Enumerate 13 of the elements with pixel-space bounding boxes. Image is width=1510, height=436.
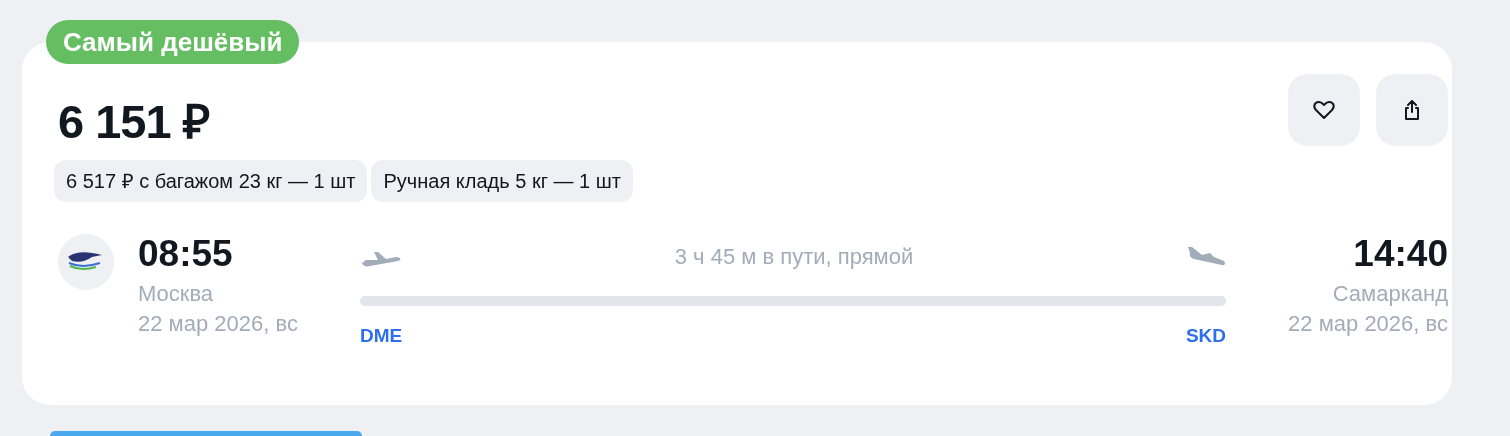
departure-time: 08:55 bbox=[138, 234, 234, 275]
arrival-date: 22 мар 2026, вс bbox=[1288, 310, 1448, 339]
baggage-chip: 6 517 ₽ с багажом 23 кг — 1 шт bbox=[54, 160, 368, 202]
departure-date: 22 мар 2026, вс bbox=[138, 310, 299, 339]
airport-code: SKD bbox=[1185, 324, 1226, 348]
airport-code: DME bbox=[360, 324, 403, 348]
price: 6 151 ₽ bbox=[58, 94, 209, 145]
baggage-chip: Ручная кладь 5 кг — 1 шт bbox=[371, 160, 633, 202]
cheapest-badge: Самый дешёвый bbox=[46, 20, 300, 64]
flight-duration: 3 ч 45 м в пути, прямой bbox=[674, 242, 914, 271]
arrival-time: 14:40 bbox=[1353, 234, 1448, 275]
departure-city: Москва bbox=[138, 279, 215, 308]
arrival-city: Самарканд bbox=[1332, 279, 1448, 308]
